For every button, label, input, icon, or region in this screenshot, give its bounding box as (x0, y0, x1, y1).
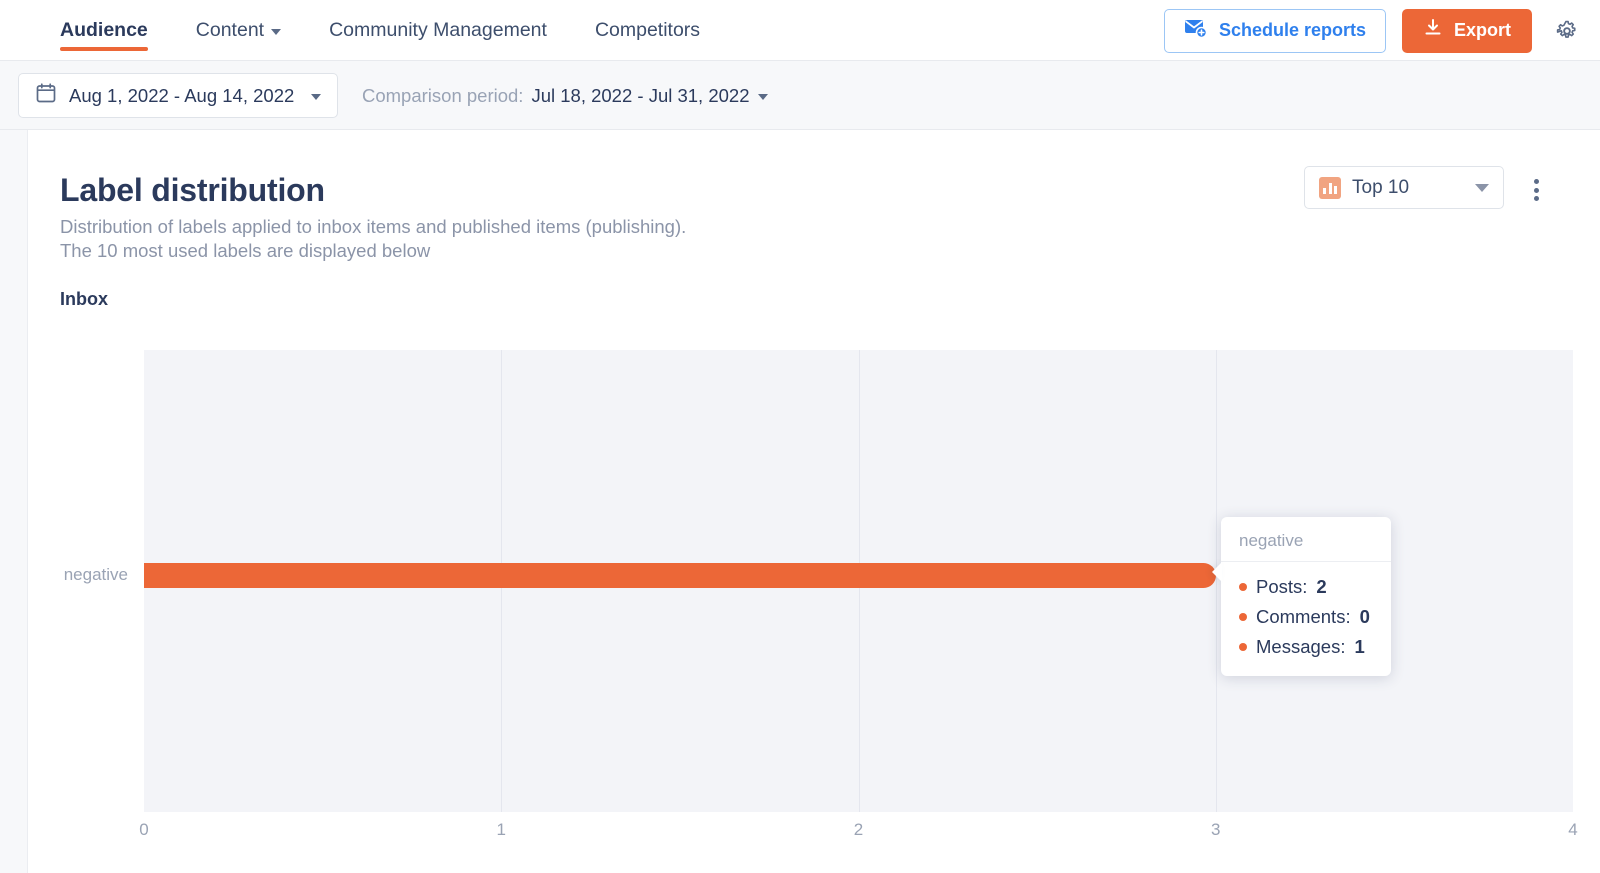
chart-x-axis-ticks: 0 1 2 3 4 (28, 820, 1600, 850)
tooltip-row-label: Comments: (1256, 606, 1351, 627)
active-tab-underline (60, 47, 148, 51)
chart-x-tick-label: 3 (1211, 820, 1221, 839)
date-range-picker[interactable]: Aug 1, 2022 - Aug 14, 2022 (18, 73, 338, 118)
tab-audience-label: Audience (60, 19, 148, 41)
envelope-add-icon (1184, 18, 1208, 43)
tooltip-row: Comments: 0 (1239, 602, 1373, 632)
chart-tooltip: negative Posts: 2 Comments: 0 Messages: 1 (1212, 517, 1391, 676)
filter-bar: Aug 1, 2022 - Aug 14, 2022 Comparison pe… (0, 61, 1600, 130)
tooltip-row-label: Posts: (1256, 576, 1308, 597)
gear-icon[interactable] (1552, 16, 1582, 46)
chart-bar-negative[interactable] (144, 563, 1216, 588)
tab-competitors[interactable]: Competitors (595, 0, 700, 61)
chevron-down-icon (757, 94, 768, 100)
export-button[interactable]: Export (1401, 8, 1532, 53)
topbar-actions: Schedule reports Export (1163, 0, 1582, 61)
export-label: Export (1453, 20, 1511, 40)
chart-x-tick-label: 4 (1568, 820, 1578, 839)
chart-x-tick-label: 0 (139, 820, 149, 839)
tooltip-title: negative (1221, 517, 1391, 562)
schedule-reports-button[interactable]: Schedule reports (1163, 8, 1386, 53)
tooltip-row-value: 2 (1316, 576, 1327, 597)
chevron-down-icon (271, 29, 282, 35)
nav-items: Audience Content Community Management Co… (60, 0, 748, 61)
tooltip-rows: Posts: 2 Comments: 0 Messages: 1 (1221, 562, 1391, 676)
tab-audience[interactable]: Audience (60, 0, 148, 61)
schedule-reports-label: Schedule reports (1218, 20, 1366, 40)
tooltip-row-value: 0 (1359, 606, 1370, 627)
comparison-period-value: Jul 18, 2022 - Jul 31, 2022 (531, 84, 750, 106)
comparison-period-selector[interactable]: Comparison period: Jul 18, 2022 - Jul 31… (362, 73, 768, 118)
tab-content[interactable]: Content (195, 0, 282, 61)
tooltip-series-dot (1239, 583, 1247, 591)
chevron-down-icon (311, 94, 321, 100)
date-range-value: Aug 1, 2022 - Aug 14, 2022 (69, 84, 295, 106)
label-distribution-chart: negative 0 1 2 3 4 (28, 130, 1600, 873)
chart-x-tick-label: 1 (496, 820, 506, 839)
tooltip-row: Messages: 1 (1239, 632, 1373, 662)
tooltip-row-value: 1 (1354, 636, 1365, 657)
tooltip-row-label: Messages: (1256, 636, 1346, 657)
comparison-period-label: Comparison period: (362, 84, 524, 106)
tooltip-series-dot (1239, 613, 1247, 621)
calendar-icon (35, 82, 57, 109)
label-distribution-card: Label distribution Distribution of label… (27, 130, 1600, 873)
chart-x-tick-label: 2 (853, 820, 864, 839)
tab-community-management-label: Community Management (329, 19, 547, 41)
download-icon (1423, 18, 1443, 43)
tooltip-series-dot (1239, 643, 1247, 651)
tab-competitors-label: Competitors (594, 19, 701, 41)
tab-community-management[interactable]: Community Management (329, 0, 547, 61)
chart-y-category-label: negative (63, 565, 128, 584)
tooltip-row: Posts: 2 (1239, 572, 1373, 602)
tab-content-label: Content (195, 19, 265, 41)
top-navigation-bar: Audience Content Community Management Co… (0, 0, 1600, 61)
tooltip-arrow (1212, 562, 1222, 582)
